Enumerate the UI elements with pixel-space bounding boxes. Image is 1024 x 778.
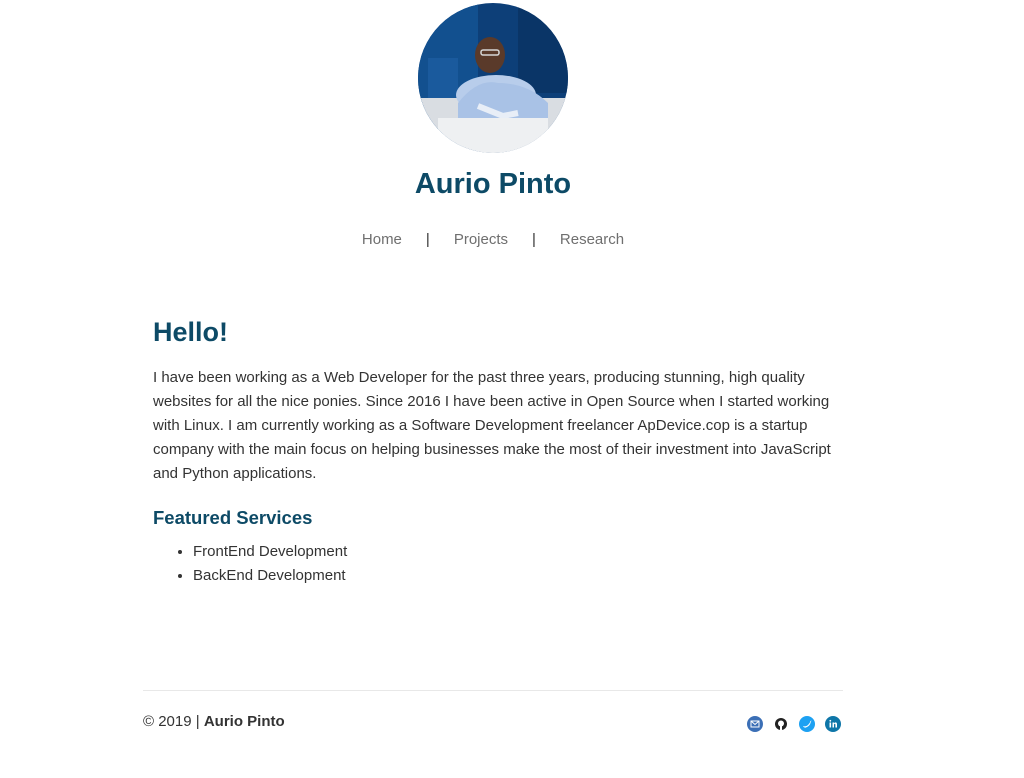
services-heading: Featured Services [153,507,313,528]
page: Aurio Pinto Home | Projects | Research Hello… [0,0,1024,778]
list-item: BackEnd Development [193,564,843,588]
nav-separator: | [425,231,430,248]
linkedin-icon[interactable] [825,716,841,732]
github-icon[interactable] [773,716,789,732]
services-list: FrontEnd Development BackEnd Development [153,540,843,588]
site-title[interactable]: Aurio Pinto [0,168,986,201]
page-heading: Hello! [153,317,229,347]
main-content: Hello! I have been working as a Web Deve… [153,314,843,588]
avatar [418,3,568,153]
list-item: FrontEnd Development [193,540,843,564]
footer-divider [143,690,843,691]
nav-separator: | [532,231,536,248]
nav-item-projects[interactable]: Projects [454,231,508,248]
copyright-text: © 2019 | [143,713,204,730]
mail-icon[interactable] [747,716,763,732]
main-nav: Home | Projects | Research [0,231,986,248]
twitter-icon[interactable] [799,716,815,732]
nav-item-home[interactable]: Home [362,231,402,248]
avatar-photo [418,3,568,153]
social-links [747,716,841,732]
nav-item-research[interactable]: Research [560,231,624,248]
footer-copyright: © 2019 | Aurio Pinto [143,713,285,730]
intro-paragraph: I have been working as a Web Developer f… [153,369,831,482]
footer-author: Aurio Pinto [203,713,285,730]
